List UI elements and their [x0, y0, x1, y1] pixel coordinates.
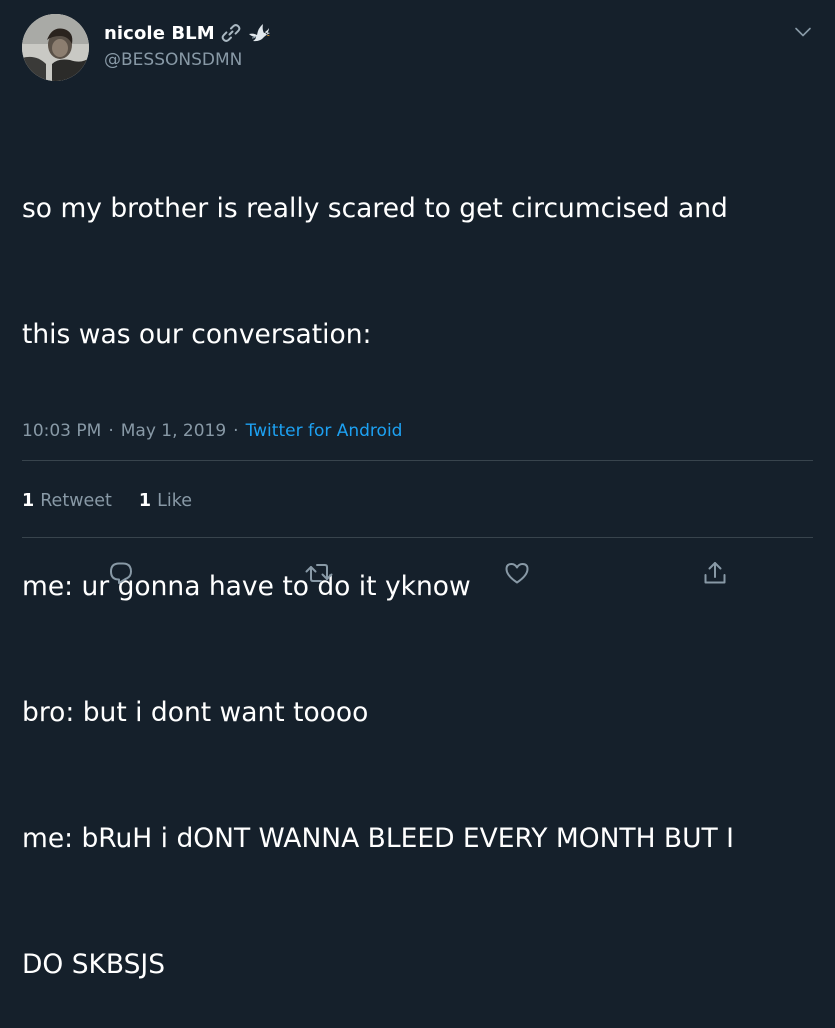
divider [22, 460, 813, 461]
tweet-source-link[interactable]: Twitter for Android [246, 421, 403, 441]
tweet-stats: 1 Retweet 1 Like [22, 491, 192, 511]
display-name[interactable]: nicole BLM [104, 23, 215, 44]
retweet-button[interactable] [304, 558, 334, 588]
retweet-icon [305, 564, 333, 582]
reply-button[interactable] [106, 558, 136, 588]
likes-count: 1 [138, 491, 152, 511]
like-button[interactable] [502, 558, 532, 588]
link-icon [220, 22, 242, 44]
tweet-line [22, 440, 822, 482]
tweet-time[interactable]: 10:03 PM [22, 421, 101, 441]
user-name-row[interactable]: nicole BLM [104, 20, 271, 46]
retweets-label: Retweet [40, 491, 112, 511]
tweet-meta: 10:03 PM · May 1, 2019 · Twitter for And… [22, 421, 402, 441]
likes-stat[interactable]: 1 Like [139, 491, 192, 511]
tweet-line: this was our conversation: [22, 319, 372, 350]
reply-icon [110, 562, 132, 584]
likes-label: Like [157, 491, 192, 511]
chevron-down-icon[interactable] [794, 24, 812, 38]
tweet-line: me: bRuH i dONT WANNA BLEED EVERY MONTH … [22, 823, 734, 854]
tweet-date[interactable]: May 1, 2019 [121, 421, 226, 441]
retweets-stat[interactable]: 1 Retweet [22, 491, 112, 511]
dove-icon [247, 22, 271, 44]
avatar[interactable] [22, 14, 89, 81]
tweet-line: so my brother is really scared to get ci… [22, 193, 728, 224]
like-icon [505, 563, 529, 584]
share-button[interactable] [700, 558, 730, 588]
meta-separator: · [233, 421, 239, 441]
retweets-count: 1 [22, 491, 35, 511]
user-handle[interactable]: @BESSONSDMN [104, 50, 242, 70]
tweet-line: bro: but i dont want toooo [22, 697, 369, 728]
tweet-line: DO SKBSJS [22, 949, 166, 980]
avatar-photo [22, 14, 89, 81]
meta-separator: · [108, 421, 114, 441]
share-icon [704, 562, 726, 584]
divider [22, 537, 813, 538]
